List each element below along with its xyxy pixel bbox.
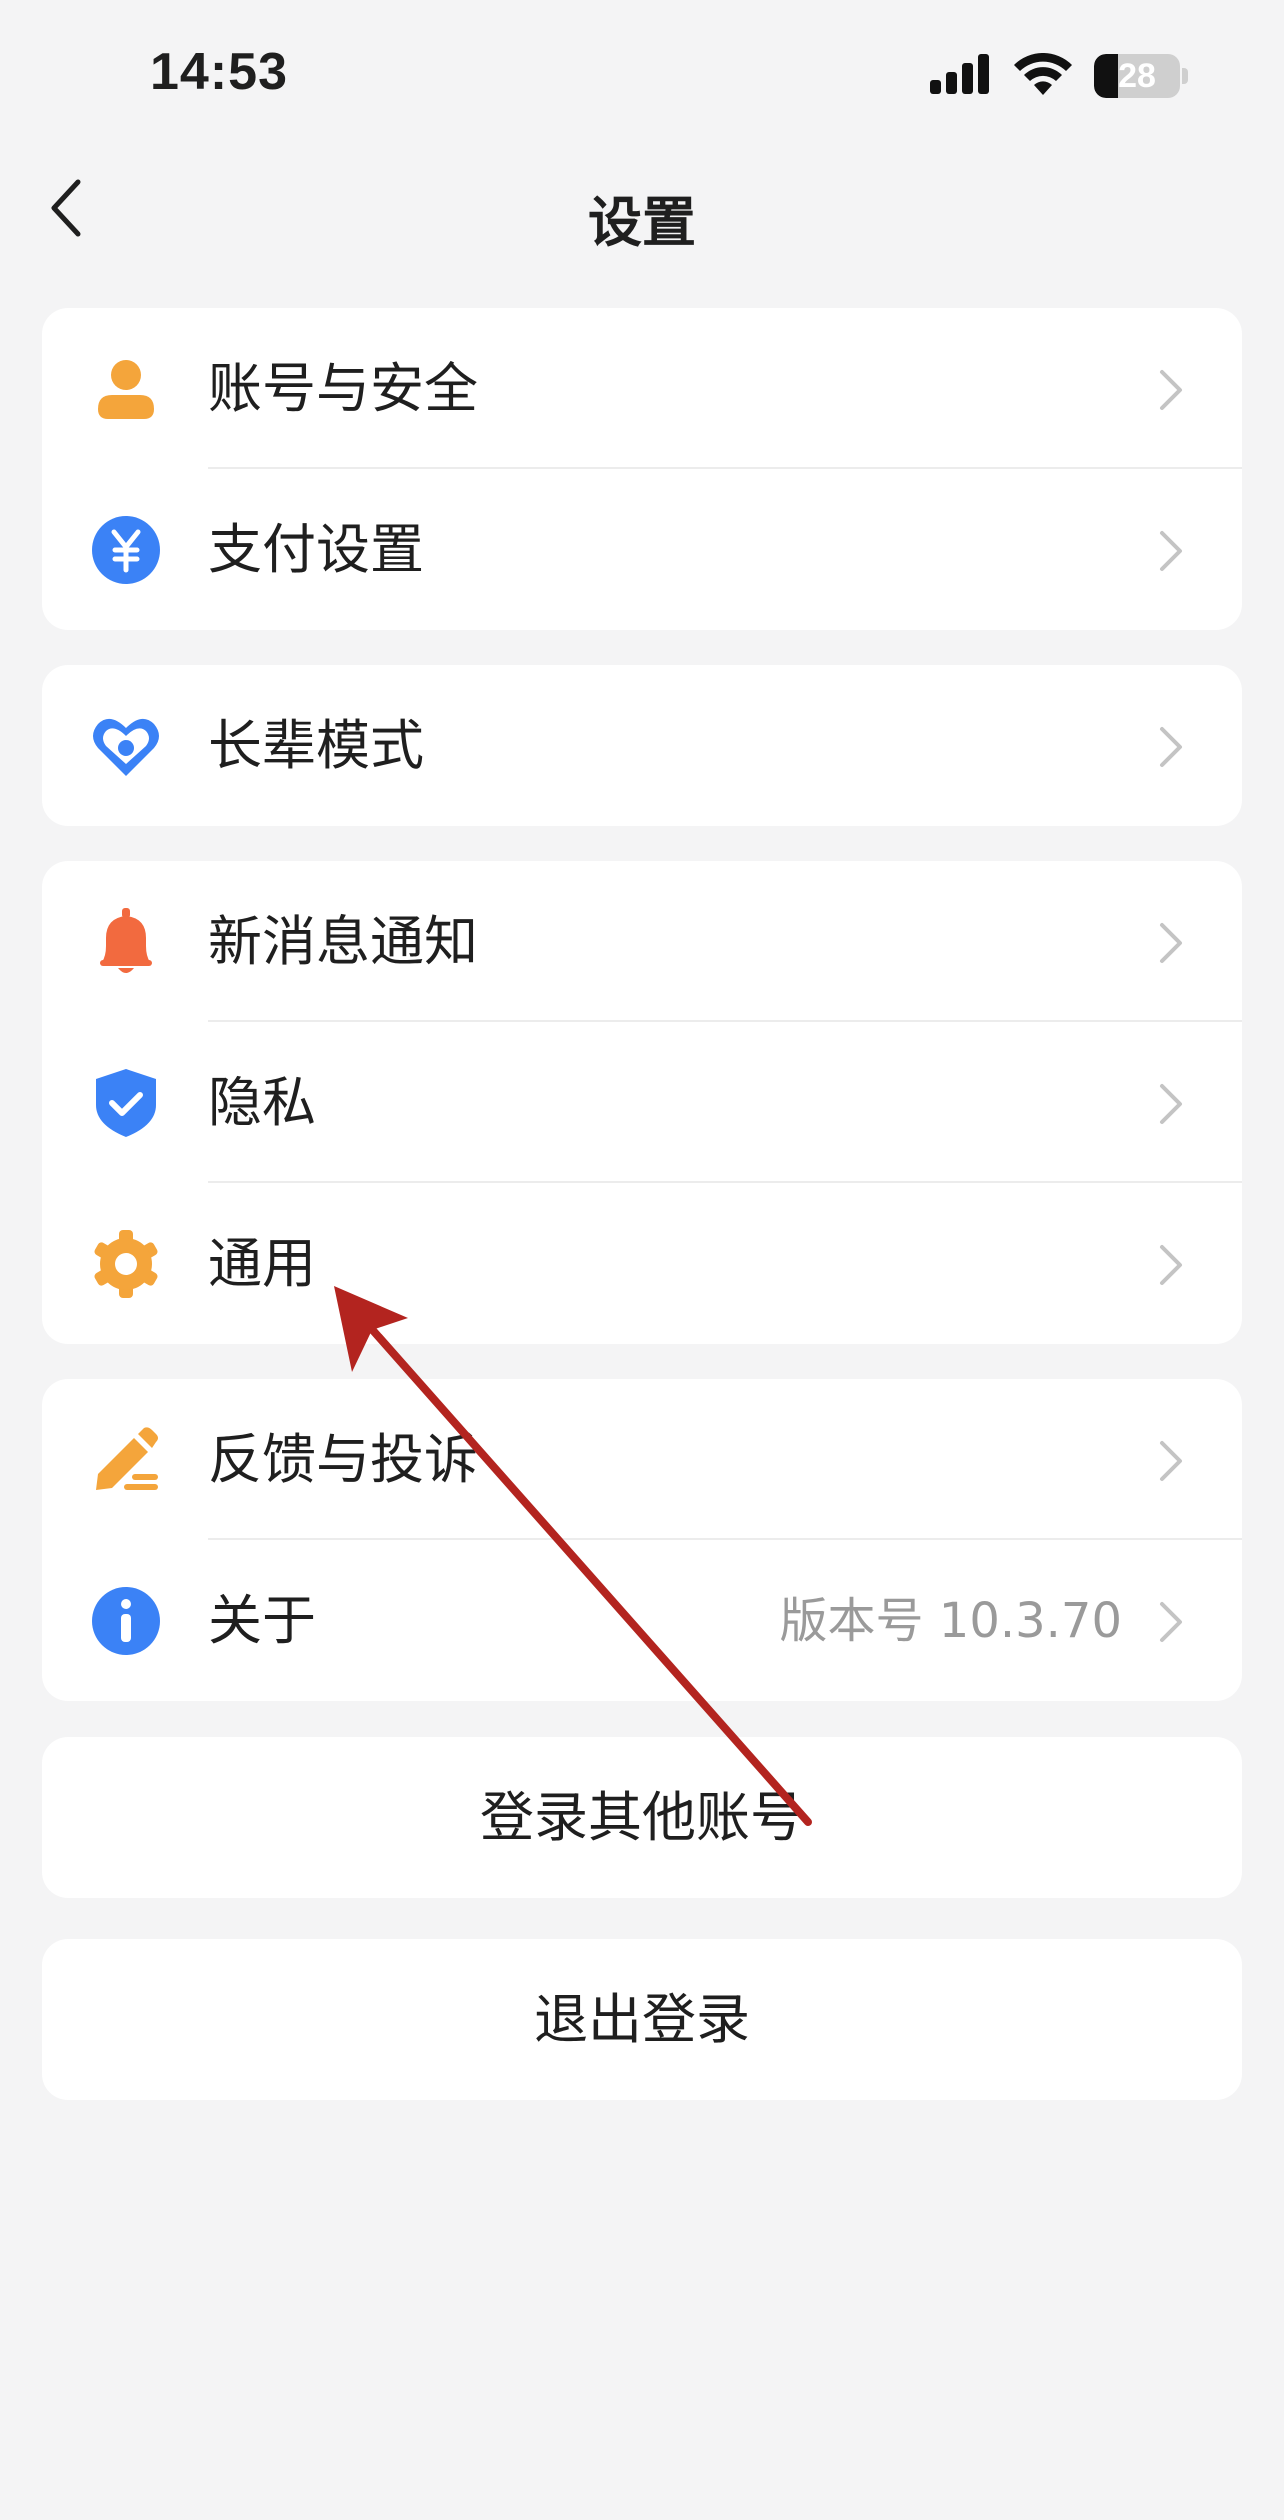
settings-item-account-security[interactable]: 账号与安全: [42, 308, 1242, 469]
settings-item-label: 隐私: [208, 1071, 316, 1134]
chevron-right-icon: [1160, 1441, 1182, 1481]
settings-item-about[interactable]: 关于 版本号 10.3.70: [42, 1540, 1242, 1701]
settings-group-about: 反馈与投诉 关于 版本号 10.3.70: [42, 1379, 1242, 1701]
signal-icon: [930, 54, 992, 98]
chevron-right-icon: [1160, 1245, 1182, 1285]
settings-item-notifications[interactable]: 新消息通知: [42, 861, 1242, 1022]
battery-level: 28: [1118, 57, 1156, 95]
shield-icon: [90, 1067, 162, 1139]
nav-bar: 设置: [0, 150, 1284, 266]
settings-item-label: 新消息通知: [208, 910, 478, 973]
settings-item-label: 账号与安全: [208, 357, 478, 420]
gear-icon: [90, 1228, 162, 1300]
settings-item-label: 关于: [208, 1589, 316, 1652]
switch-account-button[interactable]: 登录其他账号: [42, 1737, 1242, 1898]
settings-group-account: 账号与安全 支付设置: [42, 308, 1242, 630]
pencil-icon: [90, 1424, 162, 1496]
settings-group-general: 新消息通知 隐私 通用: [42, 861, 1242, 1344]
chevron-right-icon: [1160, 727, 1182, 767]
chevron-right-icon: [1160, 531, 1182, 571]
battery-icon: 28: [1094, 54, 1188, 98]
status-time: 14:53: [150, 43, 288, 101]
status-icons: 28: [930, 48, 1188, 104]
settings-item-label: 通用: [208, 1232, 316, 1295]
logout-button[interactable]: 退出登录: [42, 1939, 1242, 2100]
settings-item-general[interactable]: 通用: [42, 1183, 1242, 1344]
chevron-right-icon: [1160, 1602, 1182, 1642]
settings-item-feedback[interactable]: 反馈与投诉: [42, 1379, 1242, 1540]
settings-item-elder-mode[interactable]: 长辈模式: [42, 665, 1242, 826]
info-icon: [90, 1585, 162, 1657]
version-number: 版本号 10.3.70: [779, 1593, 1122, 1649]
settings-item-label: 长辈模式: [208, 714, 424, 777]
status-bar: 14:53 28: [0, 0, 1284, 150]
settings-item-payment[interactable]: 支付设置: [42, 469, 1242, 630]
yuan-icon: [90, 514, 162, 586]
chevron-right-icon: [1160, 923, 1182, 963]
wifi-icon: [1014, 52, 1072, 99]
settings-item-label: 反馈与投诉: [208, 1428, 478, 1491]
user-icon: [90, 353, 162, 425]
page-title: 设置: [588, 191, 696, 254]
chevron-right-icon: [1160, 370, 1182, 410]
chevron-right-icon: [1160, 1084, 1182, 1124]
settings-group-elder: 长辈模式: [42, 665, 1242, 826]
bell-icon: [90, 906, 162, 978]
heart-icon: [90, 710, 162, 782]
settings-item-privacy[interactable]: 隐私: [42, 1022, 1242, 1183]
settings-item-label: 支付设置: [208, 518, 424, 581]
